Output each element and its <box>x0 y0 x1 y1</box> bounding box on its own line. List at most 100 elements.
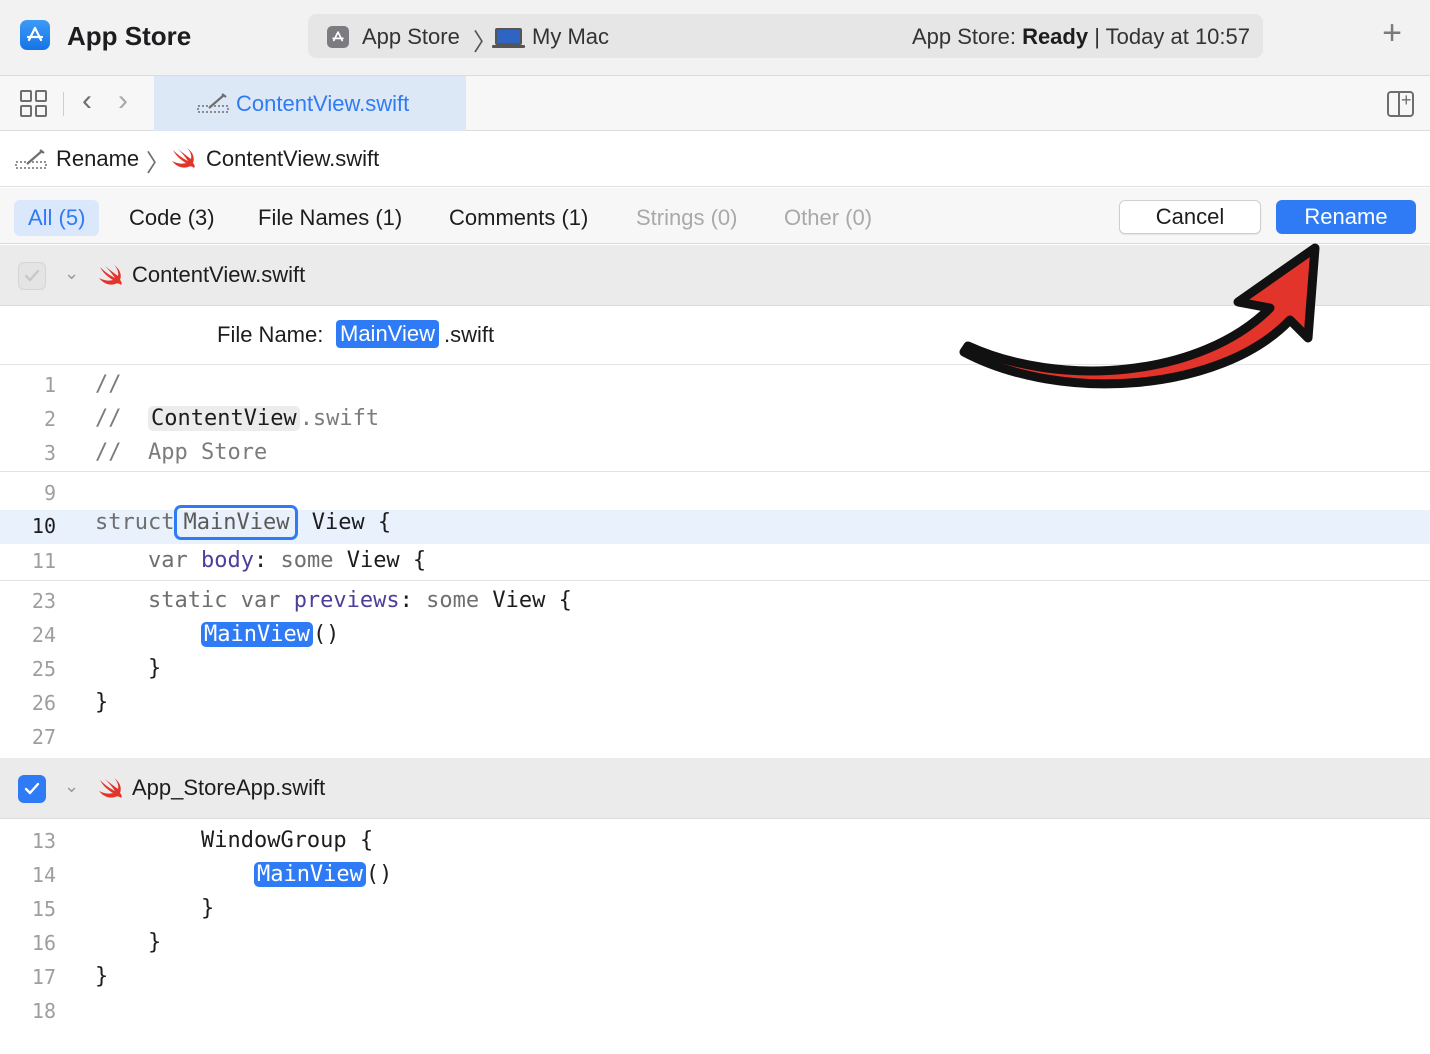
colon: : <box>399 588 413 613</box>
line-number: 2 <box>43 407 56 431</box>
line-number: 11 <box>31 549 56 573</box>
keyword: struct <box>95 510 175 535</box>
file-include-checkbox[interactable] <box>18 775 46 803</box>
scheme-label[interactable]: App Store <box>362 24 460 50</box>
comment-ext: .swift <box>299 406 380 431</box>
keyword: var <box>147 548 188 573</box>
code-line: 18 <box>0 995 1430 1029</box>
title-bar: App Store App Store 〉 My Mac App Store: … <box>0 0 1430 76</box>
rename-edit-field[interactable]: MainView <box>174 505 299 540</box>
code-rest: WindowGroup { <box>200 828 374 853</box>
refactor-edit-icon <box>197 93 229 113</box>
tab-contentview[interactable]: ContentView.swift <box>154 76 466 131</box>
brace: } <box>147 656 162 681</box>
line-number: 23 <box>31 589 56 613</box>
line-number: 25 <box>31 657 56 681</box>
code-text: } <box>95 690 109 715</box>
code-text: } <box>95 656 161 681</box>
code-line: 11 var body: some View { <box>0 545 1430 579</box>
line-number: 27 <box>31 725 56 749</box>
destination-label[interactable]: My Mac <box>532 24 609 50</box>
status-state: Ready <box>1022 24 1089 49</box>
add-icon[interactable]: + <box>1376 16 1408 50</box>
comment-prefix: // <box>95 406 148 431</box>
file-include-checkbox[interactable] <box>18 262 46 290</box>
annotation-arrow-icon <box>959 243 1320 389</box>
keyword: some <box>280 548 334 573</box>
checkmark-icon <box>24 782 40 795</box>
status-time: | Today at 10:57 <box>1094 24 1250 49</box>
swift-icon <box>99 265 122 285</box>
comment-match[interactable]: ContentView <box>147 406 300 431</box>
filter-all[interactable]: All (5) <box>14 200 100 236</box>
chevron-down-icon[interactable]: ⌄ <box>64 776 79 797</box>
code-line: 14 MainView() <box>0 859 1430 893</box>
brace: } <box>147 930 162 955</box>
brace: } <box>200 896 215 921</box>
code-line: 26 } <box>0 687 1430 721</box>
app-store-icon <box>20 20 50 50</box>
tab-bar: ‹ › ContentView.swift <box>0 76 1430 131</box>
code-line: 13 WindowGroup { <box>0 825 1430 859</box>
line-number: 17 <box>31 965 56 989</box>
code-text: // ContentView .swift <box>95 406 379 431</box>
new-file-name[interactable]: MainView <box>336 320 439 348</box>
line-number: 24 <box>31 623 56 647</box>
add-editor-icon[interactable] <box>1387 90 1414 117</box>
fold-divider <box>0 471 1430 472</box>
checkmark-icon <box>24 269 40 282</box>
line-number: 10 <box>31 514 56 538</box>
related-items-grid-icon[interactable] <box>20 90 47 117</box>
line-number: 1 <box>43 373 56 397</box>
line-number: 26 <box>31 691 56 715</box>
back-chevron-icon[interactable]: ‹ <box>82 84 92 118</box>
filter-file-names[interactable]: File Names (1) <box>258 200 402 236</box>
code-rest: View { <box>479 588 572 613</box>
code-rest: () <box>365 862 393 887</box>
code-line: 25 } <box>0 653 1430 687</box>
chevron-down-icon[interactable]: ⌄ <box>64 263 79 284</box>
fold-divider <box>0 580 1430 581</box>
rename-match[interactable]: MainView <box>253 862 366 887</box>
code-text: } <box>95 964 109 989</box>
filter-strings[interactable]: Strings (0) <box>636 200 737 236</box>
status-prefix: App Store: <box>911 24 1016 49</box>
property: body <box>200 548 254 573</box>
refactor-edit-icon <box>15 149 47 169</box>
code-line: 27 <box>0 721 1430 755</box>
app-title: App Store <box>67 21 192 51</box>
code-text: static var previews: some View { <box>95 588 572 613</box>
line-number: 15 <box>31 897 56 921</box>
filter-other[interactable]: Other (0) <box>784 200 872 236</box>
colon: : <box>253 548 268 573</box>
scheme-selector[interactable]: App Store 〉 My Mac App Store: Ready | To… <box>308 14 1263 58</box>
breadcrumb-rename[interactable]: Rename <box>56 146 139 172</box>
breadcrumb-file[interactable]: ContentView.swift <box>206 146 379 172</box>
swift-icon <box>99 778 122 798</box>
chevron-right-icon: 〉 <box>146 150 170 177</box>
file-name: ContentView.swift <box>132 262 306 287</box>
tab-label: ContentView.swift <box>236 90 410 116</box>
line-number: 3 <box>43 441 56 465</box>
line-number: 13 <box>31 829 56 853</box>
code-text: } <box>95 896 214 921</box>
code-rest: View { <box>298 510 392 535</box>
filter-code[interactable]: Code (3) <box>129 200 215 236</box>
code-line: 16 } <box>0 927 1430 961</box>
code-line: 23 static var previews: some View { <box>0 585 1430 619</box>
forward-chevron-icon[interactable]: › <box>118 84 128 118</box>
swift-icon <box>172 148 195 168</box>
property: previews <box>293 588 400 613</box>
rename-match[interactable]: MainView <box>200 622 313 647</box>
keyword: static var <box>147 588 281 613</box>
code-text: // <box>95 372 122 397</box>
code-text: struct MainView View { <box>95 505 392 540</box>
build-status: App Store: Ready | Today at 10:57 <box>912 24 1250 50</box>
code-text: // App Store <box>95 440 268 465</box>
code-line: 3 // App Store <box>0 437 1430 471</box>
filter-comments[interactable]: Comments (1) <box>449 200 588 236</box>
code-text: } <box>95 930 161 955</box>
code-line: 15 } <box>0 893 1430 927</box>
file-name: App_StoreApp.swift <box>132 775 326 800</box>
line-number: 18 <box>31 999 56 1023</box>
